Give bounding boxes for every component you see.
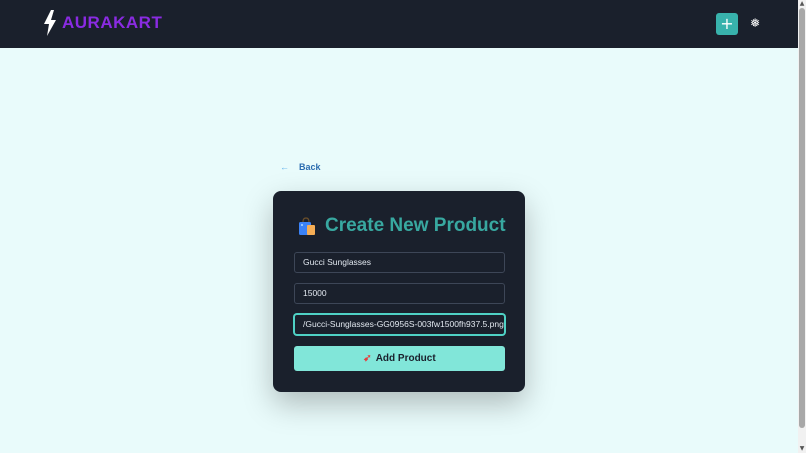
- create-product-card: Create New Product Gucci Sunglasses 1500…: [273, 191, 525, 392]
- scroll-up-arrow-icon[interactable]: ▲: [799, 1, 805, 7]
- scroll-down-arrow-icon[interactable]: ▼: [799, 446, 805, 452]
- navbar: AURAKART + ❅: [0, 0, 798, 48]
- add-product-submit-button[interactable]: ➹ Add Product: [294, 346, 505, 371]
- sun-icon[interactable]: ❅: [748, 16, 762, 30]
- plus-icon: +: [720, 14, 734, 33]
- add-product-button[interactable]: +: [716, 13, 738, 35]
- product-name-input[interactable]: Gucci Sunglasses: [294, 252, 505, 273]
- scrollbar[interactable]: ▲ ▼: [798, 0, 806, 453]
- product-image-input[interactable]: /Gucci-Sunglasses-GG0956S-003fw1500fh937…: [294, 314, 505, 335]
- rocket-icon: ➹: [363, 353, 372, 364]
- page-title: Create New Product: [325, 215, 506, 236]
- submit-label: Add Product: [375, 353, 436, 364]
- back-label: Back: [299, 162, 321, 172]
- card-header: Create New Product: [297, 215, 506, 237]
- shopping-bag-icon: [299, 217, 315, 235]
- brand-logo[interactable]: AURAKART: [42, 10, 162, 36]
- product-name-value: Gucci Sunglasses: [303, 257, 372, 267]
- arrow-left-icon: ←: [280, 162, 289, 172]
- product-price-input[interactable]: 15000: [294, 283, 505, 304]
- product-price-value: 15000: [303, 288, 327, 298]
- lightning-bolt-icon: [44, 10, 56, 36]
- brand-name: AURAKART: [62, 13, 163, 32]
- product-image-value: /Gucci-Sunglasses-GG0956S-003fw1500fh937…: [303, 319, 504, 329]
- scroll-thumb[interactable]: [799, 8, 805, 428]
- back-link[interactable]: ← Back: [280, 162, 321, 172]
